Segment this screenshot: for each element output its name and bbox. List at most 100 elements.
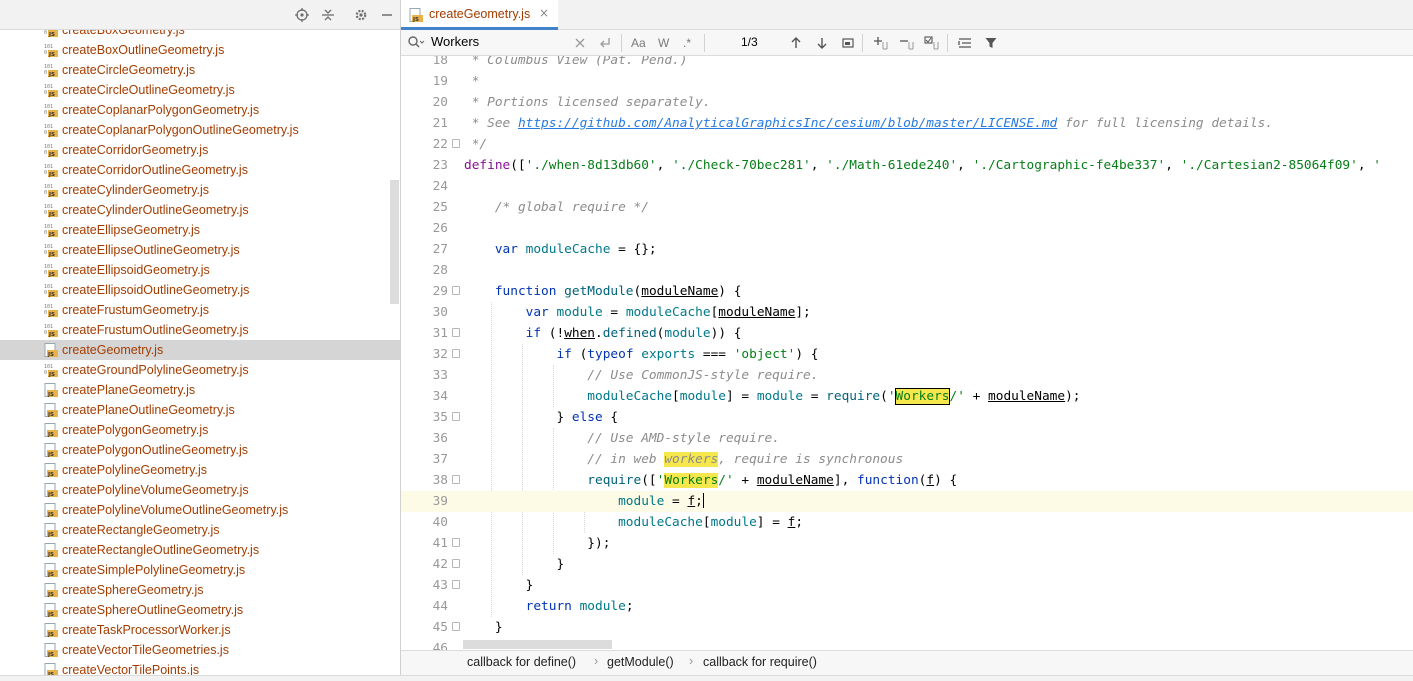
select-all-occurrences-icon[interactable] [842, 34, 854, 52]
fold-marker-icon[interactable] [452, 559, 460, 568]
svg-text:JS: JS [48, 92, 55, 98]
gear-icon[interactable] [352, 6, 370, 24]
code-token: moduleCache [525, 242, 611, 257]
file-name: createEllipsoidGeometry.js [62, 263, 210, 277]
editor-horizontal-scrollbar[interactable] [463, 640, 612, 649]
tree-file-item[interactable]: JS createPolygonGeometry.js [0, 420, 400, 440]
tree-file-item[interactable]: 101 0 JS createFrustumGeometry.js [0, 300, 400, 320]
whole-words-toggle[interactable]: W [658, 34, 669, 52]
line-number: 43 [432, 578, 448, 593]
filter-lines-icon[interactable] [958, 34, 972, 52]
tree-file-item[interactable]: 101 0 JS createEllipseGeometry.js [0, 220, 400, 240]
tree-file-item[interactable]: JS createTaskProcessorWorker.js [0, 620, 400, 640]
code-token: /' [718, 473, 734, 488]
tree-file-item[interactable]: 101 0 JS createCoplanarPolygonGeometry.js [0, 100, 400, 120]
tree-file-item[interactable]: JS createPolylineVolumeOutlineGeometry.js [0, 500, 400, 520]
tree-file-item[interactable]: JS createPolylineVolumeGeometry.js [0, 480, 400, 500]
svg-text:JS: JS [48, 72, 55, 78]
code-token: * [464, 74, 480, 89]
line-number: 32 [432, 347, 448, 362]
remove-occurrence-icon[interactable] [899, 34, 915, 52]
arrow-up-icon[interactable] [790, 34, 802, 52]
fold-marker-icon[interactable] [452, 349, 460, 358]
svg-text:JS: JS [47, 452, 54, 458]
tree-file-item[interactable]: 101 0 JS createEllipsoidOutlineGeometry.js [0, 280, 400, 300]
fold-marker-icon[interactable] [452, 580, 460, 589]
tree-file-item[interactable]: JS createPlaneGeometry.js [0, 380, 400, 400]
tree-scrollbar[interactable] [390, 180, 399, 304]
code-line: 44 return module; [401, 596, 1413, 617]
tree-file-item[interactable]: JS createPolylineGeometry.js [0, 460, 400, 480]
breadcrumb-item[interactable]: callback for define() [467, 655, 576, 669]
filter-icon[interactable] [985, 34, 997, 52]
search-input[interactable]: Workers [431, 34, 479, 49]
tree-file-item[interactable]: JS createSphereOutlineGeometry.js [0, 600, 400, 620]
tree-file-item[interactable]: JS createPlaneOutlineGeometry.js [0, 400, 400, 420]
clear-search-icon[interactable] [575, 34, 585, 52]
svg-text:JS: JS [47, 612, 54, 618]
tree-file-item[interactable]: JS createSimplePolylineGeometry.js [0, 560, 400, 580]
code-editor[interactable]: 18 * Columbus View (Pat. Pend.) 19 * 20 * … [401, 56, 1413, 650]
fold-marker-icon[interactable] [452, 412, 460, 421]
code-token: ( [880, 389, 888, 404]
add-occurrence-icon[interactable] [873, 34, 889, 52]
tree-file-item[interactable]: JS createPolygonOutlineGeometry.js [0, 440, 400, 460]
line-number: 40 [432, 515, 448, 530]
tree-file-item[interactable]: 101 0 JS createCircleGeometry.js [0, 60, 400, 80]
file-name: createGroundPolylineGeometry.js [62, 363, 249, 377]
code-text: function getModule(moduleName) { [464, 281, 742, 302]
fold-marker-icon[interactable] [452, 139, 460, 148]
arrow-down-icon[interactable] [816, 34, 828, 52]
svg-text:JS: JS [47, 652, 54, 658]
search-icon[interactable] [407, 35, 425, 52]
tree-file-item[interactable]: 101 0 JS createGroundPolylineGeometry.js [0, 360, 400, 380]
js-binary-icon: 1010JS [44, 243, 59, 258]
collapse-all-icon[interactable] [319, 6, 337, 24]
breadcrumb-item[interactable]: getModule() [607, 655, 674, 669]
tree-file-item[interactable]: JS createSphereGeometry.js [0, 580, 400, 600]
file-name: createCorridorOutlineGeometry.js [62, 163, 248, 177]
locate-icon[interactable] [293, 6, 311, 24]
tree-file-item[interactable]: 101 0 JS createEllipsoidGeometry.js [0, 260, 400, 280]
minimize-icon[interactable] [378, 6, 396, 24]
tree-file-item[interactable]: 101 0 JS createEllipseOutlineGeometry.js [0, 240, 400, 260]
tree-file-item[interactable]: 101 0 JS createBoxOutlineGeometry.js [0, 40, 400, 60]
tree-file-item[interactable]: JS createRectangleOutlineGeometry.js [0, 540, 400, 560]
code-text: * See https://github.com/AnalyticalGraph… [464, 113, 1273, 134]
file-name: createCylinderGeometry.js [62, 183, 210, 197]
tree-file-item[interactable]: JS createRectangleGeometry.js [0, 520, 400, 540]
close-icon[interactable]: × [539, 6, 549, 20]
tree-file-item[interactable]: 101 0 JS createCylinderGeometry.js [0, 180, 400, 200]
tab-create-geometry[interactable]: JS createGeometry.js × [401, 0, 558, 30]
svg-text:0: 0 [44, 130, 47, 136]
code-token: module [579, 599, 626, 614]
fold-marker-icon[interactable] [452, 622, 460, 631]
tree-file-item[interactable]: JS createVectorTileGeometries.js [0, 640, 400, 660]
tree-file-item[interactable]: JS createGeometry.js [0, 340, 400, 360]
text-caret [702, 493, 704, 508]
js-binary-icon: 1010JS [44, 363, 59, 378]
tree-file-item[interactable]: 101 0 JS createCorridorGeometry.js [0, 140, 400, 160]
new-line-icon[interactable] [599, 34, 611, 52]
tree-file-item[interactable]: 101 0 JS createCorridorOutlineGeometry.js [0, 160, 400, 180]
svg-text:0: 0 [44, 110, 47, 116]
toggle-selection-icon[interactable] [924, 34, 940, 52]
svg-text:0: 0 [44, 290, 47, 296]
fold-marker-icon[interactable] [452, 538, 460, 547]
code-token: module [556, 305, 603, 320]
code-text: var moduleCache = {}; [464, 239, 657, 260]
tree-file-item[interactable]: 101 0 JS createCylinderOutlineGeometry.js [0, 200, 400, 220]
match-case-toggle[interactable]: Aa [631, 34, 646, 52]
breadcrumb-item[interactable]: callback for require() [703, 655, 817, 669]
regex-toggle[interactable]: .* [683, 34, 691, 52]
code-token: // Use CommonJS-style require. [587, 368, 819, 383]
fold-marker-icon[interactable] [452, 328, 460, 337]
editor-area: JS createGeometry.js × Workers Aa W .* 1… [401, 0, 1413, 681]
tree-file-item[interactable]: 101 0 JS createCoplanarPolygonOutlineGeomet… [0, 120, 400, 140]
code-token: moduleName [718, 305, 796, 320]
tree-file-item[interactable]: 101 0 JS createCircleOutlineGeometry.js [0, 80, 400, 100]
fold-marker-icon[interactable] [452, 286, 460, 295]
tree-file-item[interactable]: 101 0 JS createFrustumOutlineGeometry.js [0, 320, 400, 340]
fold-marker-icon[interactable] [452, 475, 460, 484]
svg-text:JS: JS [47, 352, 54, 358]
